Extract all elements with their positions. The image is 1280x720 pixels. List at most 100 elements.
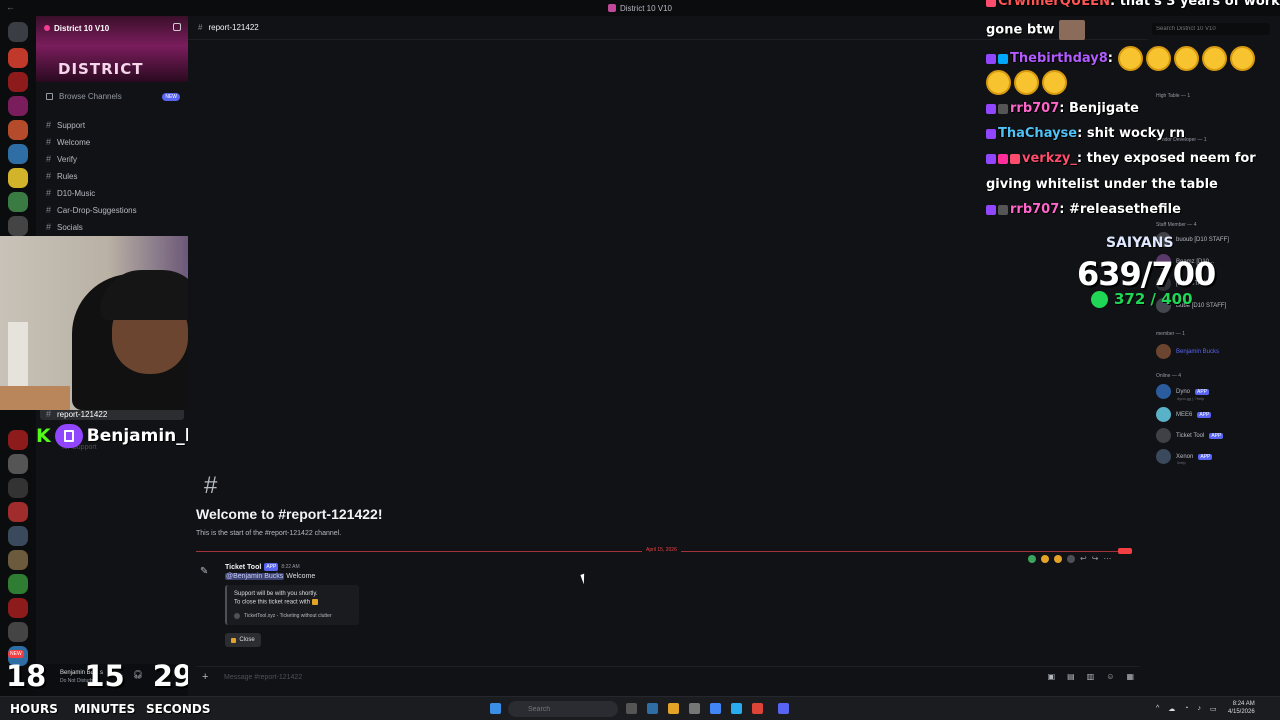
server-banner[interactable]: District 10 V10 DISTRICT [36, 16, 188, 82]
windows-start-icon[interactable] [490, 703, 501, 714]
divider-date: April 15, 2026 [642, 547, 681, 553]
member-bot-mee6[interactable]: MEE6 APP [1156, 407, 1212, 422]
add-attachment-icon[interactable]: + [202, 671, 208, 683]
taskbar-search[interactable] [508, 701, 618, 717]
member-benjamin[interactable]: Benjamin Bucks [1156, 344, 1219, 359]
apps-icon[interactable]: ▦ [1126, 672, 1134, 681]
cloud-icon[interactable]: ☁ [1168, 705, 1175, 713]
channel-verify[interactable]: # Verify [46, 154, 77, 164]
telegram-icon[interactable] [731, 703, 742, 714]
embed-line-1: Support will be with you shortly. [234, 591, 318, 597]
add-reaction-icon[interactable] [1067, 554, 1075, 563]
prime-badge-icon [998, 53, 1008, 64]
sub-goal-progress: 372 / 400 [1114, 290, 1193, 308]
forward-icon[interactable]: ↪ [1092, 554, 1099, 563]
chat-user: Thebirthday8 [1010, 51, 1108, 66]
reaction-check-icon[interactable] [1028, 554, 1036, 563]
more-icon[interactable]: ⋯ [1103, 554, 1111, 563]
server-boost-icon [44, 25, 50, 31]
server-icon[interactable] [8, 72, 28, 92]
reply-icon[interactable]: ↩ [1080, 554, 1087, 563]
server-icon[interactable] [8, 120, 28, 140]
heart-badge-icon [998, 153, 1008, 164]
server-icon[interactable] [8, 598, 28, 618]
server-icon[interactable] [8, 216, 28, 236]
member-bot-ticket-tool[interactable]: Ticket Tool APP [1156, 428, 1224, 443]
wifi-icon[interactable]: ◔ [1184, 705, 1188, 713]
message-time: 8:22 AM [281, 564, 300, 570]
crying-laughing-emoji-icon [1117, 46, 1143, 71]
welcome-title: Welcome to #report-121422! [196, 506, 383, 522]
channel-car-drop-suggestions[interactable]: # Car-Drop-Suggestions [46, 205, 137, 215]
file-explorer-icon[interactable] [668, 703, 679, 714]
user-mention[interactable]: @Benjamin Bucks [225, 573, 285, 580]
hash-icon: # [46, 409, 52, 419]
invite-icon[interactable] [173, 23, 181, 31]
settings-icon[interactable] [689, 703, 700, 714]
server-icon[interactable] [8, 96, 28, 116]
edge-icon[interactable] [647, 703, 658, 714]
chat-text: #releasethefile [1069, 202, 1181, 217]
reaction-emoji-icon[interactable] [1054, 554, 1062, 563]
chat-line: rrb707: Benjigate [986, 101, 1139, 116]
hash-icon: # [46, 154, 52, 164]
server-icon[interactable] [8, 502, 28, 522]
app-badge: APP [264, 563, 279, 571]
webcam-desk [0, 386, 70, 410]
channel-d10-music[interactable]: # D10-Music [46, 188, 95, 198]
battery-icon[interactable]: ▭ [1210, 705, 1217, 713]
channel-report[interactable]: # report-121422 [46, 409, 107, 419]
back-arrow-icon[interactable]: ← [6, 2, 15, 12]
reaction-emoji-icon[interactable] [1041, 554, 1049, 563]
discord-icon[interactable] [778, 703, 789, 714]
chevron-up-icon[interactable]: ^ [1156, 705, 1159, 713]
timer-minutes: 15 [84, 659, 125, 693]
server-icon[interactable] [8, 430, 28, 450]
hash-icon: # [198, 23, 203, 32]
server-icon[interactable] [8, 574, 28, 594]
crying-laughing-emoji-icon [1014, 70, 1039, 95]
chat-text: giving whitelist under the table [986, 177, 1218, 192]
message-action-bar: ↩ ↪ ⋯ [1028, 554, 1111, 563]
server-icon[interactable] [8, 48, 28, 68]
ticket-tool-avatar-icon[interactable]: ✎ [200, 566, 212, 578]
footer-icon [234, 613, 240, 619]
server-icon[interactable] [8, 478, 28, 498]
server-icon[interactable] [8, 192, 28, 212]
heart-badge-icon [986, 0, 996, 7]
emoji-icon[interactable]: ☺ [1106, 672, 1114, 681]
browse-channels[interactable]: Browse Channels [46, 92, 122, 101]
app-icon[interactable] [752, 703, 763, 714]
channel-label: Car-Drop-Suggestions [57, 205, 137, 215]
server-icon[interactable] [8, 168, 28, 188]
channel-support[interactable]: # Support [46, 120, 85, 130]
timer-hours: 18 [6, 659, 47, 693]
home-icon[interactable] [8, 22, 28, 42]
channel-welcome[interactable]: # Welcome [46, 137, 90, 147]
timer-seconds-label: SECONDS [146, 702, 211, 716]
server-icon[interactable] [8, 550, 28, 570]
server-name[interactable]: District 10 V10 [54, 24, 109, 33]
sticker-icon[interactable]: ▥ [1087, 672, 1095, 681]
volume-icon[interactable]: ♪ [1198, 705, 1202, 713]
stream-chat-overlay: CrwnnerQUEEN: that's 3 years of work gon… [986, 0, 1280, 240]
chrome-icon[interactable] [710, 703, 721, 714]
task-view-icon[interactable] [626, 703, 637, 714]
server-icon[interactable] [8, 144, 28, 164]
embed-line-2-text: To close this ticket react with [234, 599, 311, 606]
gift-icon[interactable]: ▣ [1048, 672, 1056, 681]
embed-line-2: To close this ticket react with [234, 599, 319, 606]
close-ticket-button[interactable]: Close [225, 633, 261, 647]
browse-icon [46, 93, 53, 100]
message-author[interactable]: Ticket Tool [225, 564, 261, 571]
gif-icon[interactable]: ▤ [1067, 672, 1075, 681]
server-icon[interactable] [8, 526, 28, 546]
chat-user: CrwnnerQUEEN [998, 0, 1110, 9]
server-icon[interactable] [8, 454, 28, 474]
channel-rules[interactable]: # Rules [46, 171, 77, 181]
channel-socials[interactable]: # Socials [46, 222, 83, 232]
message-input[interactable] [224, 674, 624, 681]
screen: ← District 10 V10 District 10 V10 DISTRI… [0, 0, 1280, 720]
taskbar-clock[interactable]: 8:24 AM 4/15/2026 [1228, 700, 1255, 716]
server-icon[interactable] [8, 622, 28, 642]
